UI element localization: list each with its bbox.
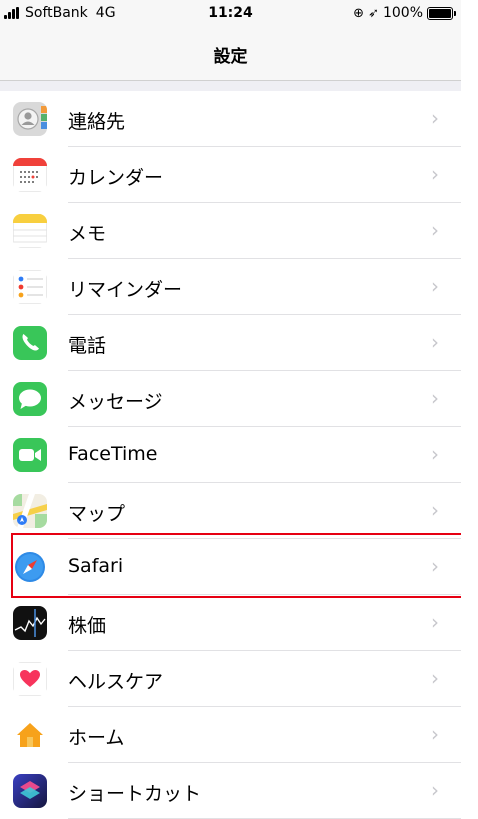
- maps-icon: [13, 494, 47, 528]
- settings-row-label: ホーム: [68, 727, 125, 749]
- shortcuts-icon: [13, 774, 47, 808]
- home-icon: [13, 718, 47, 752]
- page-title: 設定: [213, 47, 248, 67]
- chevron-right-icon: ›: [431, 162, 439, 186]
- contacts-icon: [13, 102, 47, 136]
- battery-percent: 100%: [382, 5, 423, 21]
- messages-icon: [13, 382, 47, 416]
- settings-row-label: ショートカット: [68, 783, 202, 805]
- settings-row[interactable]: マップ ›: [0, 483, 461, 539]
- settings-row[interactable]: 連絡先 ›: [0, 91, 461, 147]
- reminders-icon: [13, 270, 47, 304]
- chevron-right-icon: ›: [431, 610, 439, 634]
- settings-screen: SoftBank 4G 11:24 ⊕ ➶ 100% 設定 連絡先 › カレンダー ›…: [0, 0, 474, 819]
- chevron-right-icon: ›: [431, 722, 439, 746]
- settings-row-label: FaceTime: [68, 443, 158, 465]
- settings-row[interactable]: メモ ›: [0, 203, 461, 259]
- navigation-bar: 設定: [0, 28, 461, 81]
- chevron-right-icon: ›: [431, 386, 439, 410]
- battery-icon: [427, 6, 456, 20]
- settings-row-label: リマインダー: [68, 279, 183, 301]
- orientation-lock-icon: ⊕: [353, 5, 365, 21]
- settings-row-label: メッセージ: [68, 391, 163, 413]
- settings-row[interactable]: カレンダー ›: [0, 147, 461, 203]
- settings-row[interactable]: ヘルスケア ›: [0, 651, 461, 707]
- settings-row-label: マップ: [68, 503, 126, 525]
- chevron-right-icon: ›: [431, 442, 439, 466]
- chevron-right-icon: ›: [431, 330, 439, 354]
- section-gap: [0, 81, 461, 91]
- settings-row[interactable]: ショートカット ›: [0, 763, 461, 819]
- settings-row[interactable]: 電話 ›: [0, 315, 461, 371]
- battery-fill: [429, 8, 451, 18]
- settings-row-label: メモ: [68, 223, 107, 245]
- chevron-right-icon: ›: [431, 498, 439, 522]
- settings-row-label: 連絡先: [68, 111, 126, 133]
- settings-row[interactable]: 株価 ›: [0, 595, 461, 651]
- calendar-icon: [13, 158, 47, 192]
- settings-row-label: 株価: [68, 615, 107, 637]
- chevron-right-icon: ›: [431, 274, 439, 298]
- location-icon: ➶: [368, 5, 379, 21]
- settings-row-label: カレンダー: [68, 167, 164, 189]
- chevron-right-icon: ›: [431, 778, 439, 802]
- status-right: ⊕ ➶ 100%: [353, 5, 456, 21]
- chevron-right-icon: ›: [431, 666, 439, 690]
- health-icon: [13, 662, 47, 696]
- phone-icon: [13, 326, 47, 360]
- settings-row-label: 電話: [68, 335, 107, 357]
- chevron-right-icon: ›: [431, 106, 439, 130]
- highlight-box: [11, 533, 474, 598]
- stocks-icon: [13, 606, 47, 640]
- settings-row[interactable]: リマインダー ›: [0, 259, 461, 315]
- settings-row[interactable]: ホーム ›: [0, 707, 461, 763]
- facetime-icon: [13, 438, 47, 472]
- settings-row[interactable]: メッセージ ›: [0, 371, 461, 427]
- settings-row-label: ヘルスケア: [68, 671, 164, 693]
- chevron-right-icon: ›: [431, 218, 439, 242]
- status-bar: SoftBank 4G 11:24 ⊕ ➶ 100%: [0, 0, 461, 28]
- settings-list: 連絡先 › カレンダー › メモ › リマインダー › 電話 › メッセージ › FaceTime › マッ…: [0, 91, 461, 819]
- notes-icon: [13, 214, 47, 248]
- settings-row[interactable]: FaceTime ›: [0, 427, 461, 483]
